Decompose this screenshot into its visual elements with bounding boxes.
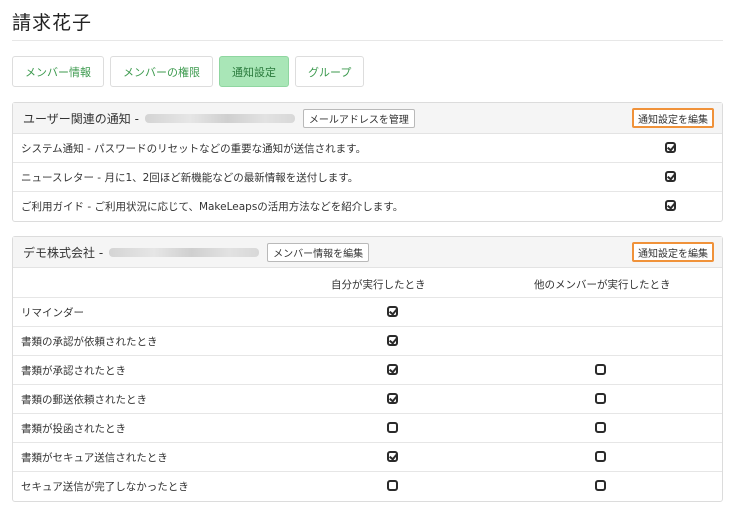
table-header: 自分が実行したとき 他のメンバーが実行したとき bbox=[13, 268, 722, 298]
column-header-others: 他のメンバーが実行したとき bbox=[534, 279, 671, 291]
member-tabs: メンバー情報 メンバーの権限 通知設定 グループ bbox=[12, 56, 365, 87]
checkbox-checked-icon[interactable] bbox=[665, 171, 676, 182]
checkbox-checked-icon[interactable] bbox=[665, 142, 676, 153]
manage-email-button[interactable]: メールアドレスを管理 bbox=[302, 108, 415, 128]
checkbox-empty-icon[interactable] bbox=[595, 480, 606, 491]
checkbox-checked-icon[interactable] bbox=[387, 393, 398, 404]
company-notifications-header: デモ株式会社 - メンバー情報を編集 通知設定を編集 bbox=[13, 237, 722, 268]
redacted-member-name bbox=[109, 247, 260, 257]
checkbox-checked-icon[interactable] bbox=[665, 200, 676, 211]
tab-notification-settings[interactable]: 通知設定 bbox=[219, 56, 289, 87]
checkbox-empty-icon[interactable] bbox=[595, 451, 606, 462]
checkbox-empty-icon[interactable] bbox=[387, 480, 398, 491]
title-divider bbox=[12, 40, 723, 41]
company-notifications-panel: デモ株式会社 - メンバー情報を編集 通知設定を編集 自分が実行したとき 他のメ… bbox=[12, 236, 723, 502]
tab-groups[interactable]: グループ bbox=[295, 56, 365, 87]
notification-label: 書類が投函されたとき bbox=[21, 422, 126, 435]
edit-member-info-button[interactable]: メンバー情報を編集 bbox=[267, 242, 370, 262]
edit-user-notifications-button[interactable]: 通知設定を編集 bbox=[632, 108, 714, 128]
tab-member-permissions[interactable]: メンバーの権限 bbox=[110, 56, 213, 87]
notification-label: 書類が承認されたとき bbox=[21, 364, 126, 377]
table-row: セキュア送信が完了しなかったとき bbox=[13, 472, 722, 501]
company-notifications-title: デモ株式会社 - bbox=[23, 245, 104, 260]
list-item: ニュースレター - 月に1、2回ほど新機能などの最新情報を送付します。 bbox=[13, 163, 722, 192]
list-item: システム通知 - パスワードのリセットなどの重要な通知が送信されます。 bbox=[13, 134, 722, 163]
checkbox-checked-icon[interactable] bbox=[387, 335, 398, 346]
table-row: 書類が投函されたとき bbox=[13, 414, 722, 443]
checkbox-empty-icon[interactable] bbox=[595, 422, 606, 433]
notification-label: 書類の郵送依頼されたとき bbox=[21, 393, 147, 406]
notification-label: システム通知 - パスワードのリセットなどの重要な通知が送信されます。 bbox=[21, 142, 367, 155]
tab-member-info[interactable]: メンバー情報 bbox=[12, 56, 104, 87]
table-row: 書類の郵送依頼されたとき bbox=[13, 385, 722, 414]
checkbox-checked-icon[interactable] bbox=[387, 306, 398, 317]
notification-label: ご利用ガイド - ご利用状況に応じて、MakeLeapsの活用方法などを紹介しま… bbox=[21, 201, 404, 213]
redacted-email bbox=[144, 113, 295, 123]
notification-label: セキュア送信が完了しなかったとき bbox=[21, 481, 189, 493]
page-title: 請求花子 bbox=[12, 12, 93, 34]
user-notifications-header: ユーザー関連の通知 - メールアドレスを管理 通知設定を編集 bbox=[13, 103, 722, 134]
table-row: リマインダー bbox=[13, 298, 722, 327]
table-row: 書類の承認が依頼されたとき bbox=[13, 327, 722, 356]
list-item: ご利用ガイド - ご利用状況に応じて、MakeLeapsの活用方法などを紹介しま… bbox=[13, 192, 722, 221]
checkbox-empty-icon[interactable] bbox=[387, 422, 398, 433]
edit-company-notifications-button[interactable]: 通知設定を編集 bbox=[632, 242, 714, 262]
user-notifications-title: ユーザー関連の通知 - bbox=[23, 111, 139, 126]
checkbox-empty-icon[interactable] bbox=[595, 393, 606, 404]
checkbox-checked-icon[interactable] bbox=[387, 451, 398, 462]
checkbox-checked-icon[interactable] bbox=[387, 364, 398, 375]
user-notifications-panel: ユーザー関連の通知 - メールアドレスを管理 通知設定を編集 システム通知 - … bbox=[12, 102, 723, 222]
notification-label: ニュースレター - 月に1、2回ほど新機能などの最新情報を送付します。 bbox=[21, 171, 359, 184]
notification-label: 書類の承認が依頼されたとき bbox=[21, 335, 158, 348]
notification-label: 書類がセキュア送信されたとき bbox=[21, 451, 168, 464]
notification-label: リマインダー bbox=[21, 306, 84, 319]
checkbox-empty-icon[interactable] bbox=[595, 364, 606, 375]
table-row: 書類がセキュア送信されたとき bbox=[13, 443, 722, 472]
column-header-self: 自分が実行したとき bbox=[331, 279, 426, 291]
table-row: 書類が承認されたとき bbox=[13, 356, 722, 385]
